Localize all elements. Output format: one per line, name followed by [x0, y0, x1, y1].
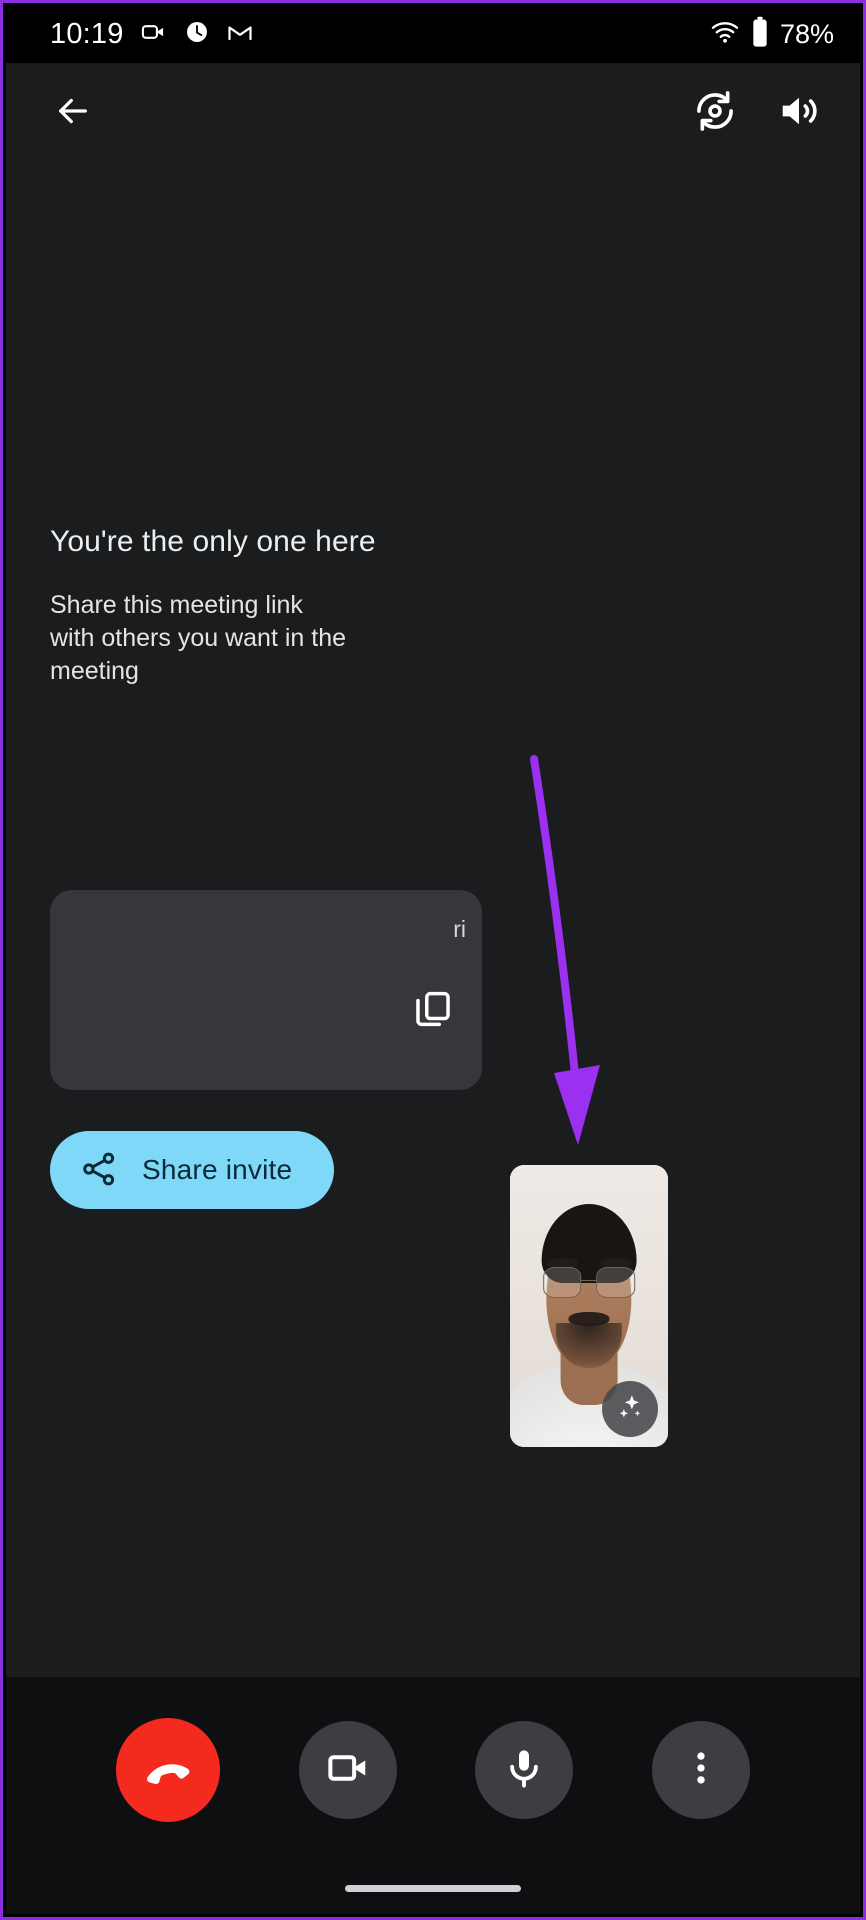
- phone-screen: 10:19 78% You're the only one here Share…: [0, 0, 866, 1920]
- share-invite-button[interactable]: Share invite: [50, 1131, 335, 1209]
- camera-toggle-button[interactable]: [298, 1720, 397, 1819]
- video-camera-icon: [140, 18, 168, 51]
- more-options-button[interactable]: [651, 1720, 750, 1819]
- status-bar-right: 78%: [710, 16, 834, 53]
- battery-icon: [751, 16, 769, 53]
- clock-circle-icon: [184, 19, 210, 50]
- speaker-icon: [776, 88, 822, 139]
- meeting-title-redacted: [160, 79, 360, 147]
- back-button[interactable]: [42, 82, 104, 144]
- copy-icon: [411, 987, 455, 1036]
- self-view-glasses: [543, 1266, 635, 1298]
- switch-camera-button[interactable]: [684, 82, 746, 144]
- self-view-thumbnail[interactable]: [510, 1165, 668, 1447]
- microphone-icon: [501, 1745, 547, 1794]
- glasses-bridge: [581, 1279, 597, 1282]
- status-bar: 10:19 78%: [6, 6, 860, 63]
- annotation-arrow: [506, 753, 636, 1163]
- copy-link-button[interactable]: [402, 980, 464, 1042]
- switch-camera-icon: [692, 88, 738, 139]
- gmail-icon: [226, 18, 254, 51]
- more-vertical-icon: [680, 1747, 722, 1792]
- phone-hangup-icon: [142, 1742, 194, 1797]
- status-bar-left: 10:19: [50, 18, 254, 51]
- meeting-link-trailing-text: ri: [453, 916, 466, 942]
- wifi-icon: [710, 17, 740, 52]
- share-invite-label: Share invite: [142, 1154, 293, 1185]
- gesture-nav-bar: [6, 1862, 860, 1914]
- glasses-lens-right: [596, 1266, 635, 1298]
- mic-toggle-button[interactable]: [475, 1720, 574, 1819]
- status-clock: 10:19: [50, 18, 124, 50]
- leave-call-button[interactable]: [116, 1717, 221, 1822]
- page-title: You're the only one here: [50, 525, 376, 558]
- share-instructions: Share this meeting link with others you …: [50, 590, 346, 685]
- meeting-stage: You're the only one here Share this meet…: [6, 163, 860, 1677]
- empty-meeting-message: You're the only one here Share this meet…: [50, 523, 480, 688]
- sparkles-icon: [614, 1391, 646, 1428]
- gesture-home-pill[interactable]: [345, 1884, 521, 1892]
- share-icon: [80, 1150, 118, 1191]
- battery-percent: 78%: [779, 19, 834, 49]
- meeting-link-card[interactable]: ri: [50, 890, 482, 1090]
- video-camera-icon: [325, 1745, 371, 1794]
- speaker-button[interactable]: [768, 82, 830, 144]
- visual-effects-button[interactable]: [602, 1381, 658, 1437]
- glasses-lens-left: [543, 1266, 582, 1298]
- call-control-bar: [6, 1677, 860, 1862]
- app-bar: [6, 63, 860, 163]
- arrow-left-icon: [52, 90, 94, 137]
- meeting-link-redacted: [78, 910, 458, 1070]
